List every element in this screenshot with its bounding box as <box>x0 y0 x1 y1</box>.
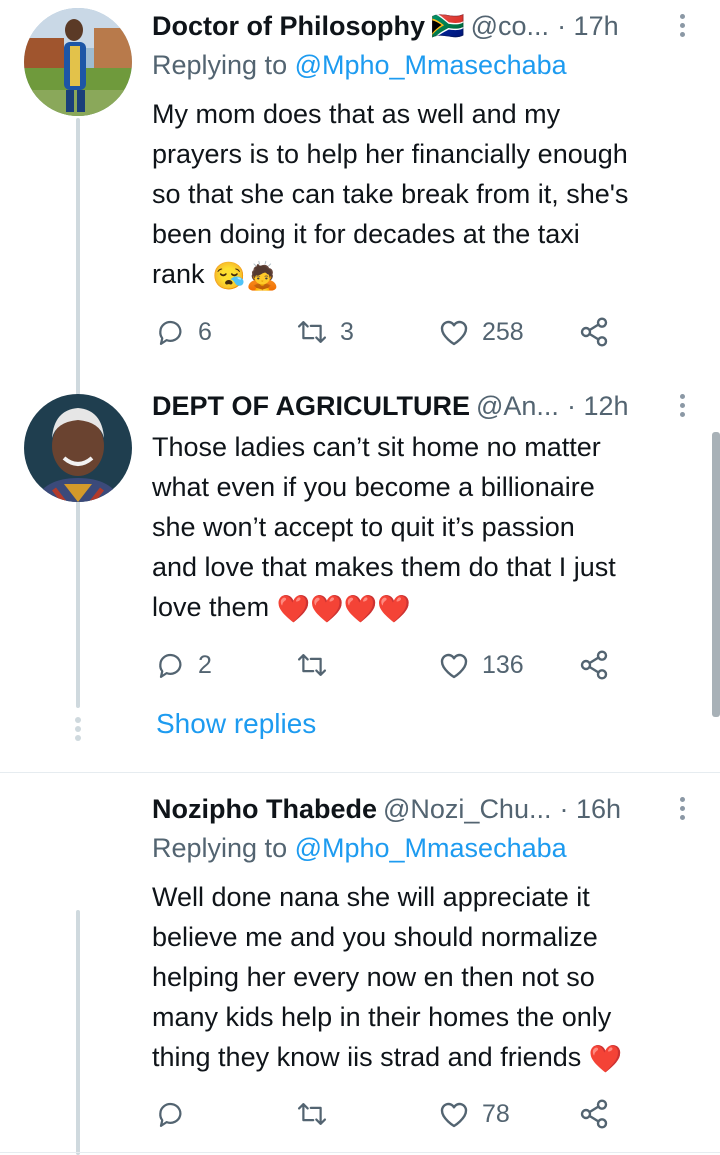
text-line: what even if you become a billionaire <box>152 472 595 502</box>
mention-link[interactable]: @Mpho_Mmasechaba <box>295 833 567 863</box>
reply-count: 6 <box>198 317 212 346</box>
reply-icon <box>159 320 182 345</box>
retweet-icon <box>297 654 327 676</box>
tweet-header: Doctor of Philosophy 🇿🇦 @co... · 17h <box>152 6 692 46</box>
like-icon <box>440 653 468 679</box>
reply-icon <box>159 1102 182 1127</box>
text-line: been doing it for decades at the taxi <box>152 219 580 249</box>
avatar-photo <box>24 800 132 908</box>
text-line: rank <box>152 259 205 289</box>
text-line: Well done nana she will appreciate it <box>152 882 590 912</box>
display-name[interactable]: Nozipho Thabede <box>152 794 377 825</box>
tweet-actions: 2 136 <box>152 643 622 687</box>
reply-button[interactable]: 2 <box>156 643 212 687</box>
timestamp[interactable]: · 16h <box>559 794 621 825</box>
retweet-button[interactable] <box>296 643 340 687</box>
user-handle[interactable]: @Nozi_Chu... <box>383 794 551 825</box>
like-icon <box>440 320 468 346</box>
tweet-text: Well done nana she will appreciate it be… <box>152 877 702 1079</box>
text-line: she won’t accept to quit it’s passion <box>152 512 575 542</box>
user-handle[interactable]: @An... <box>476 391 559 422</box>
emoji: ❤️ <box>588 1043 623 1074</box>
share-icon <box>580 650 608 680</box>
retweet-button[interactable]: 3 <box>296 310 354 354</box>
like-button[interactable]: 258 <box>438 310 524 354</box>
more-icon[interactable] <box>672 390 692 424</box>
text-line: believe me and you should normalize <box>152 922 598 952</box>
replying-to: Replying to @Mpho_Mmasechaba <box>152 833 567 863</box>
tweet-text: Those ladies can’t sit home no matter wh… <box>152 427 702 629</box>
reply-button[interactable]: 6 <box>156 310 212 354</box>
scrollbar[interactable] <box>712 432 720 717</box>
text-line: Those ladies can’t sit home no matter <box>152 432 601 462</box>
emoji: ❤️❤️❤️❤️ <box>276 593 412 624</box>
thread-continuation-dots <box>74 714 82 744</box>
thread-line-3 <box>76 910 80 1155</box>
divider <box>0 772 720 773</box>
tweet-header: Nozipho Thabede @Nozi_Chu... · 16h <box>152 789 692 829</box>
avatar-photo <box>24 394 132 502</box>
user-handle[interactable]: @co... <box>471 11 549 42</box>
like-button[interactable]: 136 <box>438 643 524 687</box>
like-count: 258 <box>482 317 524 346</box>
retweet-count: 3 <box>340 317 354 346</box>
share-icon <box>580 1099 608 1129</box>
like-icon <box>440 1102 468 1128</box>
reply-icon <box>159 653 182 678</box>
more-icon[interactable] <box>672 793 692 827</box>
timestamp[interactable]: · 17h <box>557 11 619 42</box>
share-button[interactable] <box>578 1092 610 1136</box>
flag-icon: 🇿🇦 <box>431 11 465 41</box>
tweet-actions: 78 <box>152 1092 622 1136</box>
like-count: 78 <box>482 1099 510 1128</box>
text-line: love them <box>152 592 270 622</box>
text-line: prayers is to help her financially enoug… <box>152 139 628 169</box>
text-line: and love that makes them do that I just <box>152 552 616 582</box>
share-button[interactable] <box>578 310 610 354</box>
avatar-dept-of-agriculture[interactable] <box>24 394 132 502</box>
timestamp[interactable]: · 12h <box>567 391 629 422</box>
display-name[interactable]: DEPT OF AGRICULTURE <box>152 391 470 422</box>
retweet-icon <box>297 321 327 343</box>
reply-count: 2 <box>198 650 212 679</box>
like-button[interactable]: 78 <box>438 1092 510 1136</box>
tweet-text: My mom does that as well and my prayers … <box>152 94 702 296</box>
avatar-photo <box>24 8 132 116</box>
share-button[interactable] <box>578 643 610 687</box>
divider <box>0 1152 720 1153</box>
text-line: helping her every now en then not so <box>152 962 595 992</box>
text-line: many kids help in their homes the only <box>152 1002 612 1032</box>
mention-link[interactable]: @Mpho_Mmasechaba <box>295 50 567 80</box>
tweet-header: DEPT OF AGRICULTURE @An... · 12h <box>152 386 692 426</box>
replying-to: Replying to @Mpho_Mmasechaba <box>152 50 567 80</box>
avatar-doctor-of-philosophy[interactable] <box>24 8 132 116</box>
emoji: 😪🙇 <box>212 260 280 291</box>
text-line: My mom does that as well and my <box>152 99 561 129</box>
show-replies-link[interactable]: Show replies <box>156 708 316 740</box>
like-count: 136 <box>482 650 524 679</box>
display-name[interactable]: Doctor of Philosophy <box>152 11 425 42</box>
text-line: so that she can take break from it, she'… <box>152 179 629 209</box>
reply-button[interactable] <box>156 1092 198 1136</box>
more-icon[interactable] <box>672 10 692 44</box>
tweet-actions: 6 3 258 <box>152 310 622 354</box>
retweet-icon <box>297 1103 327 1125</box>
avatar-nozipho-thabede[interactable] <box>24 800 132 908</box>
text-line: thing they know iis strad and friends <box>152 1042 582 1072</box>
share-icon <box>580 317 608 347</box>
retweet-button[interactable] <box>296 1092 340 1136</box>
